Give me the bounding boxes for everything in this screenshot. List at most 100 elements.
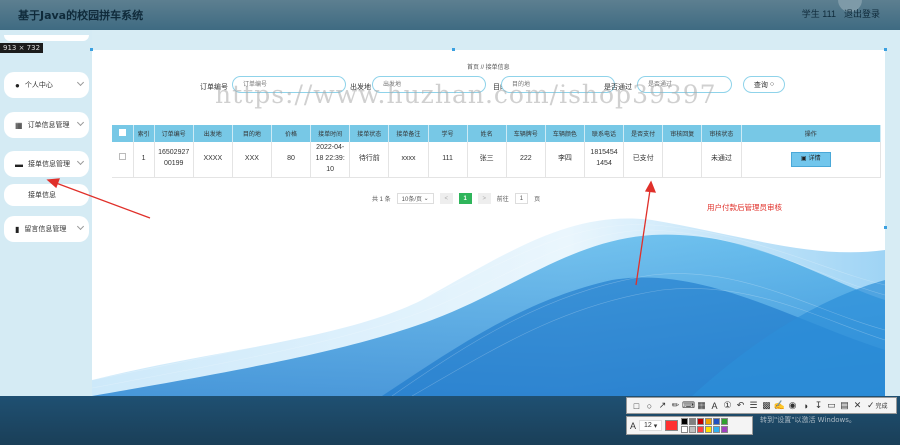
swatch[interactable] [721,418,729,425]
swatch[interactable] [713,418,721,425]
sidebar-item-orders[interactable]: ▦ 订单信息管理 [4,112,89,138]
sidebar-item-accept-orders[interactable]: ▬ 接单信息管理 [4,151,89,177]
font-size-value: 12 [644,422,652,429]
scroll-capture-icon[interactable]: ◉ [787,399,798,412]
swatch[interactable] [681,426,689,433]
swatch[interactable] [697,418,705,425]
select-all-checkbox[interactable] [112,125,134,142]
number-icon[interactable]: ① [722,399,733,412]
column-header: 价格 [271,125,312,142]
column-header: 车辆牌号 [506,125,546,142]
swatch[interactable] [697,426,705,433]
orders-table: 索引 订单编号 出发地 目的地 价格 接单时间 接单状态 接单备注 学号 姓名 … [112,125,881,178]
cell-time-line3: 10 [326,165,335,173]
arrow-icon[interactable]: ↗ [657,399,668,412]
sidebar-item-label: 留言信息管理 [24,226,67,233]
sidebar-item-label: 接单信息管理 [28,161,70,168]
font-icon: A [630,420,637,431]
translate-icon[interactable]: ✍ [774,399,785,412]
prev-page-button[interactable]: < [439,193,453,204]
swatch[interactable] [689,418,697,425]
current-page[interactable]: 1 [458,193,472,204]
goto-page-input[interactable]: 1 [514,193,529,204]
save-icon[interactable]: ▤ [839,399,850,412]
download-icon[interactable]: ↧ [813,399,824,412]
search-button-label: 查询 [753,81,768,89]
column-header: 订单编号 [154,125,194,142]
done-button[interactable]: ✓ 完成 [867,400,888,411]
cell-color: 李四 [545,142,586,178]
logout-link[interactable]: 退出登录 [844,7,880,20]
cell-order-no: 16502927 00199 [154,142,194,178]
row-checkbox[interactable] [112,142,134,178]
undo-icon[interactable]: ↶ [735,399,746,412]
font-size-select[interactable]: 12 ▾ [639,420,663,431]
detail-icon: ▣ [800,155,807,162]
selection-handle[interactable] [452,48,455,51]
chevron-down-icon: ▾ [651,422,658,430]
selection-handle[interactable] [884,48,887,51]
table-row: 1 16502927 00199 XXXX XXX 80 2022-04- 18 2… [112,142,881,178]
windows-activation-notice: 转到"设置"以激活 Windows。 [760,416,856,424]
swatch[interactable] [721,426,729,433]
ocr-icon[interactable]: ▩ [761,399,772,412]
annotation-text: 用户付款后管理员审核 [707,203,782,212]
grid-icon: ▦ [15,120,23,130]
cell-time-line2: 18 22:39: [315,154,345,162]
cell-action: ▣ 详情 [741,142,881,178]
sidebar-subitem-accept-info[interactable]: 接单信息 [4,184,89,206]
chevron-down-icon [76,222,85,231]
done-label: 完成 [875,404,888,410]
record-icon[interactable]: ◑ [800,399,811,412]
search-button[interactable]: 查询 ○ [743,76,785,93]
current-color[interactable] [665,420,679,431]
pen-icon[interactable]: ✏ [670,399,681,412]
watermark: https://www.huzhan.com/ishop39397 [215,80,717,109]
app-header: 基于Java的校园拼车系统 学生 111 退出登录 [0,0,900,30]
sidebar-item-label: 订单信息管理 [27,122,70,129]
chevron-down-icon: ⌄ [422,196,429,202]
page-size-select[interactable]: 10条/页 ⌄ [396,193,434,204]
selection-handle[interactable] [884,226,887,229]
user-label: 学生 111 [801,9,836,19]
swatch[interactable] [681,418,689,425]
detail-button-label: 详情 [808,155,821,162]
text-icon[interactable]: A [709,399,720,412]
column-header: 操作 [741,125,881,142]
cell-audit: 未通过 [701,142,742,178]
swatch[interactable] [689,426,697,433]
column-header: 车辆颜色 [545,125,586,142]
swatch[interactable] [713,426,721,433]
column-header: 接单备注 [388,125,429,142]
detail-button[interactable]: ▣ 详情 [790,151,831,167]
mosaic-icon[interactable]: ▦ [696,399,707,412]
column-header: 审核回复 [662,125,703,142]
cell-order-no-line2: 00199 [163,160,184,168]
cell-phone-line2: 1454 [596,160,612,168]
column-header: 联系电话 [584,125,625,142]
close-icon[interactable]: ✕ [852,399,863,412]
swatch[interactable] [705,418,713,425]
pin-icon[interactable]: ☰ [748,399,759,412]
column-header: 接单状态 [349,125,390,142]
user-icon: ● [15,80,20,90]
ellipse-icon[interactable]: ○ [644,399,655,412]
chevron-down-icon [76,78,85,87]
rectangle-icon[interactable]: □ [631,399,642,412]
check-icon: ✓ [867,400,875,410]
cell-price: 80 [271,142,312,178]
sidebar: ● 个人中心 ▦ 订单信息管理 ▬ 接单信息管理 接单信息 ▮ 留言信息管理 [0,30,92,396]
sidebar-item-label: 个人中心 [24,82,53,89]
swatch[interactable] [705,426,713,433]
cell-phone-line1: 1815454 [590,149,618,157]
chevron-down-icon [76,157,85,166]
goto-label: 前往 [496,197,509,203]
copy-icon[interactable]: ▭ [826,399,837,412]
sidebar-item-profile[interactable]: ● 个人中心 [4,72,89,98]
marker-icon[interactable]: ⌨ [682,399,695,412]
selection-handle[interactable] [90,48,93,51]
sidebar-item-messages[interactable]: ▮ 留言信息管理 [4,216,89,242]
user-area: 学生 111 退出登录 [802,7,880,20]
next-page-button[interactable]: > [477,193,491,204]
column-header: 出发地 [193,125,233,142]
